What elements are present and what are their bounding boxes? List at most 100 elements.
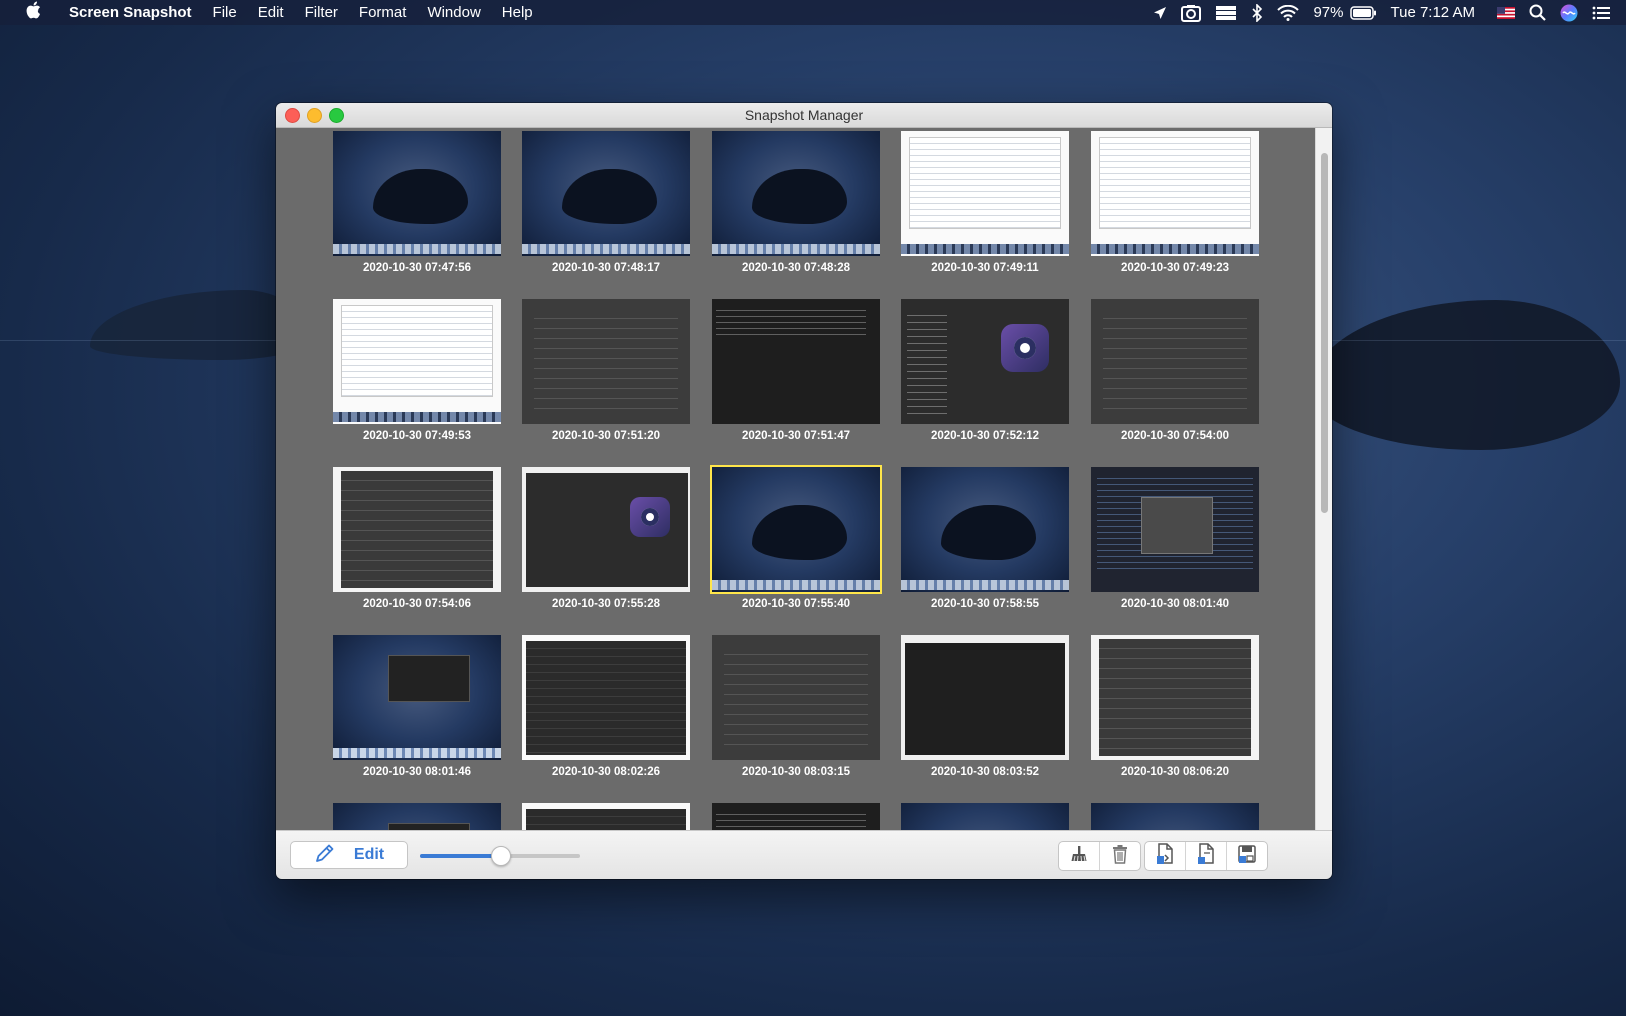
snapshot-thumbnail[interactable]: 2020-10-30 07:54:00 xyxy=(1091,299,1259,442)
menu-help[interactable]: Help xyxy=(502,4,533,21)
menu-window[interactable]: Window xyxy=(427,4,480,21)
save-button[interactable] xyxy=(1227,842,1267,870)
snapshot-thumbnail[interactable]: 2020-10-30 07:52:12 xyxy=(901,299,1069,442)
thumbnail-size-slider[interactable] xyxy=(420,846,580,866)
snapshot-preview-image[interactable] xyxy=(1091,467,1259,592)
snapshot-preview-image[interactable] xyxy=(710,465,882,594)
snapshot-thumbnail[interactable]: 2020-10-30 07:49:53 xyxy=(333,299,501,442)
menu-filter[interactable]: Filter xyxy=(305,4,338,21)
snapshot-preview-image[interactable] xyxy=(1091,635,1259,760)
edit-button[interactable]: Edit xyxy=(290,841,408,869)
siri-icon[interactable] xyxy=(1560,4,1578,22)
close-window-button[interactable] xyxy=(285,108,300,123)
snapshot-preview-image[interactable] xyxy=(712,635,880,760)
bottom-toolbar: Edit xyxy=(276,830,1332,879)
us-flag-icon[interactable] xyxy=(1497,6,1515,19)
snapshot-thumbnail[interactable]: 2020-10-30 07:51:47 xyxy=(712,299,880,442)
snapshot-preview-image[interactable] xyxy=(712,299,880,424)
snapshot-preview-image[interactable] xyxy=(522,467,690,592)
scrollbar-thumb[interactable] xyxy=(1321,153,1328,513)
snapshot-preview-image[interactable] xyxy=(333,803,501,831)
edit-button-label: Edit xyxy=(353,846,385,863)
snapshot-thumbnail[interactable]: 2020-10-30 07:54:06 xyxy=(333,467,501,610)
snapshot-timestamp: 2020-10-30 08:03:52 xyxy=(930,766,1040,778)
menu-app-name[interactable]: Screen Snapshot xyxy=(69,4,192,21)
snapshot-thumbnail[interactable]: 2020-10-30 07:49:23 xyxy=(1091,131,1259,274)
snapshot-thumbnail[interactable] xyxy=(712,803,880,831)
snapshot-preview-image[interactable] xyxy=(901,467,1069,592)
broom-icon xyxy=(1069,844,1089,869)
location-arrow-icon[interactable] xyxy=(1153,6,1167,20)
snapshot-timestamp: 2020-10-30 07:51:20 xyxy=(551,430,661,442)
snapshot-thumbnail[interactable]: 2020-10-30 07:58:55 xyxy=(901,467,1069,610)
snapshot-preview-image[interactable] xyxy=(333,635,501,760)
snapshot-preview-image[interactable] xyxy=(901,299,1069,424)
snapshot-thumbnail[interactable]: 2020-10-30 08:03:15 xyxy=(712,635,880,778)
snapshot-preview-image[interactable] xyxy=(333,467,501,592)
save-as-button[interactable] xyxy=(1186,842,1227,870)
snapshot-timestamp: 2020-10-30 07:58:55 xyxy=(930,598,1040,610)
snapshot-preview-image[interactable] xyxy=(1091,803,1259,831)
snapshot-preview-image[interactable] xyxy=(333,131,501,256)
spotlight-search-icon[interactable] xyxy=(1529,4,1546,21)
delete-button[interactable] xyxy=(1100,842,1140,870)
snapshot-preview-image[interactable] xyxy=(333,299,501,424)
battery-icon[interactable] xyxy=(1349,5,1377,20)
snapshot-thumbnail[interactable] xyxy=(333,803,501,831)
snapshot-thumbnail[interactable] xyxy=(901,803,1069,831)
slider-knob[interactable] xyxy=(491,846,511,866)
wifi-icon[interactable] xyxy=(1277,4,1300,21)
minimize-window-button[interactable] xyxy=(307,108,322,123)
snapshot-thumbnail[interactable]: 2020-10-30 07:55:40 xyxy=(710,465,882,610)
window-titlebar[interactable]: Snapshot Manager xyxy=(276,103,1332,128)
snapshot-preview-image[interactable] xyxy=(522,635,690,760)
snapshot-thumbnail[interactable]: 2020-10-30 08:01:40 xyxy=(1091,467,1259,610)
battery-percent[interactable]: 97% xyxy=(1313,4,1343,21)
snapshot-preview-image[interactable] xyxy=(901,803,1069,831)
snapshot-thumbnail[interactable]: 2020-10-30 07:48:28 xyxy=(712,131,880,274)
snapshot-timestamp: 2020-10-30 08:01:40 xyxy=(1120,598,1230,610)
zoom-window-button[interactable] xyxy=(329,108,344,123)
snapshot-preview-image[interactable] xyxy=(1091,299,1259,424)
vertical-scrollbar[interactable] xyxy=(1315,128,1332,831)
snapshot-timestamp: 2020-10-30 07:54:00 xyxy=(1120,430,1230,442)
snapshot-thumbnail[interactable]: 2020-10-30 07:49:11 xyxy=(901,131,1069,274)
snapshot-timestamp: 2020-10-30 07:48:17 xyxy=(551,262,661,274)
camera-icon[interactable] xyxy=(1181,4,1202,22)
snapshot-thumbnail[interactable]: 2020-10-30 07:47:56 xyxy=(333,131,501,274)
save-disk-icon xyxy=(1237,844,1257,869)
snapshot-preview-image[interactable] xyxy=(522,803,690,831)
menubar-clock[interactable]: Tue 7:12 AM xyxy=(1391,4,1476,21)
snapshot-timestamp: 2020-10-30 07:47:56 xyxy=(362,262,472,274)
snapshot-thumbnail[interactable]: 2020-10-30 07:51:20 xyxy=(522,299,690,442)
desktop-island-right xyxy=(1310,300,1620,450)
menu-edit[interactable]: Edit xyxy=(258,4,284,21)
stack-tray-icon[interactable] xyxy=(1215,5,1237,21)
bluetooth-icon[interactable] xyxy=(1251,3,1263,22)
snapshot-thumbnail[interactable] xyxy=(1091,803,1259,831)
snapshot-preview-image[interactable] xyxy=(1091,131,1259,256)
snapshot-thumbnail[interactable]: 2020-10-30 08:02:26 xyxy=(522,635,690,778)
menu-file[interactable]: File xyxy=(213,4,237,21)
screen-snapshot-logo-icon xyxy=(1001,324,1049,372)
snapshot-thumbnail[interactable]: 2020-10-30 08:03:52 xyxy=(901,635,1069,778)
snapshot-thumbnail[interactable] xyxy=(522,803,690,831)
snapshot-preview-image[interactable] xyxy=(712,131,880,256)
snapshot-thumbnail[interactable]: 2020-10-30 08:06:20 xyxy=(1091,635,1259,778)
clean-button[interactable] xyxy=(1059,842,1100,870)
pencil-icon xyxy=(314,842,336,869)
snapshot-preview-image[interactable] xyxy=(522,299,690,424)
export-button[interactable] xyxy=(1145,842,1186,870)
menu-format[interactable]: Format xyxy=(359,4,407,21)
snapshot-thumbnail[interactable]: 2020-10-30 07:48:17 xyxy=(522,131,690,274)
snapshot-timestamp: 2020-10-30 08:01:46 xyxy=(362,766,472,778)
notification-center-icon[interactable] xyxy=(1592,6,1610,20)
snapshot-preview-image[interactable] xyxy=(712,803,880,831)
snapshot-preview-image[interactable] xyxy=(901,635,1069,760)
apple-menu-icon[interactable] xyxy=(24,1,42,24)
snapshot-preview-image[interactable] xyxy=(901,131,1069,256)
snapshot-timestamp: 2020-10-30 07:48:28 xyxy=(741,262,851,274)
snapshot-thumbnail[interactable]: 2020-10-30 07:55:28 xyxy=(522,467,690,610)
snapshot-preview-image[interactable] xyxy=(522,131,690,256)
snapshot-thumbnail[interactable]: 2020-10-30 08:01:46 xyxy=(333,635,501,778)
